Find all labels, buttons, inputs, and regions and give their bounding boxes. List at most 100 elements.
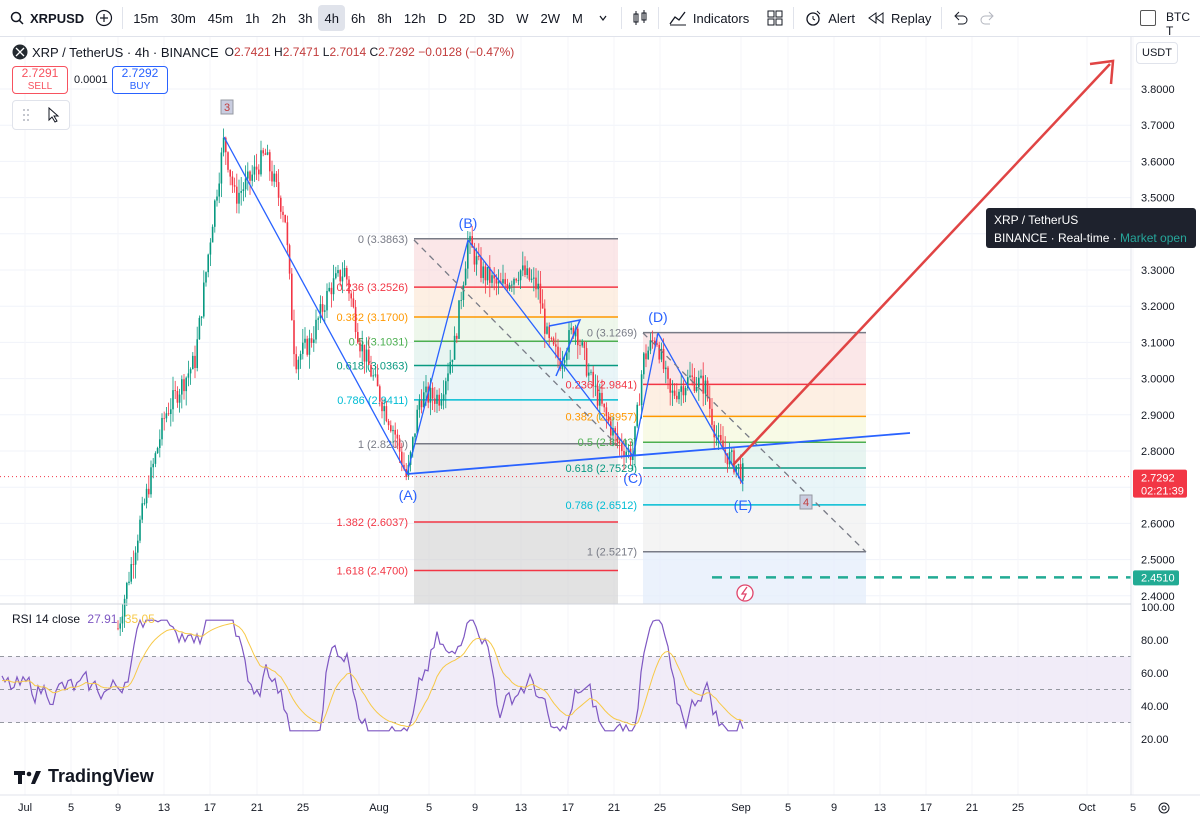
candle-body <box>592 371 594 387</box>
interval-2d[interactable]: 2D <box>453 5 482 31</box>
wave-line-3-a <box>223 136 408 475</box>
candle-body <box>570 327 572 331</box>
candle-body <box>544 308 546 334</box>
candle-body <box>200 316 203 318</box>
tooltip-details: BINANCE · Real-time · Market open <box>994 231 1187 245</box>
legend-ohlc: O2.7421 H2.7471 L2.7014 C2.7292 −0.0128 … <box>224 45 515 59</box>
rsi-tick-label: 20.00 <box>1141 734 1169 746</box>
candle-body <box>242 189 245 192</box>
candle-body <box>145 488 148 504</box>
candle-body <box>335 273 337 279</box>
interval-8h[interactable]: 8h <box>371 5 397 31</box>
candle-body <box>667 367 669 379</box>
interval-3d[interactable]: 3D <box>482 5 511 31</box>
fib1-level-label: 0.786 (2.9411) <box>337 395 408 407</box>
candle-body <box>249 171 251 181</box>
candle-body <box>361 344 363 352</box>
candle-body <box>528 268 531 280</box>
candle-body <box>484 266 487 281</box>
interval-2w[interactable]: 2W <box>535 5 567 31</box>
candle-body <box>621 443 623 452</box>
candle-body <box>359 342 361 352</box>
candle-body <box>273 173 275 182</box>
candle-body <box>207 254 209 273</box>
candle-body <box>205 272 207 283</box>
interval-3h[interactable]: 3h <box>292 5 318 31</box>
interval-6h[interactable]: 6h <box>345 5 371 31</box>
settings-icon <box>1158 802 1170 814</box>
add-symbol-icon[interactable] <box>90 4 118 32</box>
candle-body <box>216 196 218 201</box>
drawing-toolbar[interactable] <box>12 100 70 130</box>
candle-body <box>233 185 236 187</box>
candles-icon[interactable] <box>626 4 654 32</box>
candle-body <box>203 282 205 317</box>
cursor-arrow-icon[interactable] <box>47 107 61 123</box>
fib1-level-label: 1.382 (2.6037) <box>336 517 408 529</box>
candle-body <box>295 354 297 370</box>
symbol-search[interactable]: XRPUSD <box>0 11 90 26</box>
candle-body <box>480 256 482 278</box>
interval-d[interactable]: D <box>432 5 453 31</box>
fib2-level-label: 0.786 (2.6512) <box>565 500 637 512</box>
candle-body <box>229 169 231 177</box>
tooltip-title: XRP / TetherUS <box>994 213 1079 227</box>
time-tick-label: 25 <box>297 802 309 814</box>
candle-body <box>214 200 216 227</box>
interval-2h[interactable]: 2h <box>266 5 292 31</box>
redo-icon[interactable] <box>974 4 1002 32</box>
candle-body <box>370 364 372 377</box>
interval-w[interactable]: W <box>510 5 534 31</box>
price-tick-label: 3.5000 <box>1141 193 1175 205</box>
undo-icon[interactable] <box>946 4 974 32</box>
wave-label-a: (A) <box>399 487 418 503</box>
interval-4h[interactable]: 4h <box>318 5 345 31</box>
currency-selector[interactable]: USDT <box>1136 42 1178 64</box>
interval-30m[interactable]: 30m <box>164 5 201 31</box>
candle-body <box>156 448 159 454</box>
candle-body <box>394 429 396 435</box>
candle-body <box>196 339 198 369</box>
drag-handle-icon[interactable] <box>22 108 30 122</box>
price-tick-label: 2.4000 <box>1141 591 1175 603</box>
alert-label: Alert <box>828 10 855 26</box>
alert-button[interactable]: Alert <box>798 5 861 31</box>
candle-body <box>262 150 264 154</box>
candle-body <box>185 377 187 392</box>
indicators-button[interactable]: Indicators <box>663 5 755 31</box>
interval-45m[interactable]: 45m <box>202 5 239 31</box>
candle-body <box>132 564 135 565</box>
candle-body <box>420 400 423 408</box>
layout-grid-icon[interactable] <box>761 4 789 32</box>
candle-body <box>346 268 348 280</box>
candle-body <box>647 350 649 360</box>
candle-body <box>143 503 146 505</box>
candle-body <box>717 435 720 438</box>
candle-body <box>139 519 141 541</box>
interval-15m[interactable]: 15m <box>127 5 164 31</box>
candle-body <box>181 379 183 395</box>
interval-12h[interactable]: 12h <box>398 5 432 31</box>
candle-body <box>693 376 696 391</box>
rsi-tick-label: 100.00 <box>1141 602 1175 614</box>
chevron-down-icon[interactable] <box>589 4 617 32</box>
candle-body <box>522 265 524 271</box>
price-chart[interactable]: 0 (3.3863)0.236 (3.2526)0.382 (3.1700)0.… <box>0 37 1200 822</box>
divider <box>657 7 659 29</box>
interval-m[interactable]: M <box>566 5 589 31</box>
replay-button[interactable]: Replay <box>861 5 937 31</box>
candle-body <box>469 236 471 242</box>
candle-body <box>172 390 174 410</box>
candle-body <box>515 278 517 281</box>
candle-body <box>548 326 550 339</box>
compare-checkbox[interactable] <box>1140 10 1156 26</box>
candle-body <box>603 403 605 408</box>
candle-body <box>368 349 370 365</box>
sell-button[interactable]: 2.7291 SELL <box>12 66 68 94</box>
interval-1h[interactable]: 1h <box>239 5 265 31</box>
rsi-ma-value: 35.05 <box>124 612 155 626</box>
candle-body <box>689 375 691 378</box>
candle-body <box>269 152 271 172</box>
buy-button[interactable]: 2.7292 BUY <box>112 66 168 94</box>
candle-body <box>546 326 548 334</box>
